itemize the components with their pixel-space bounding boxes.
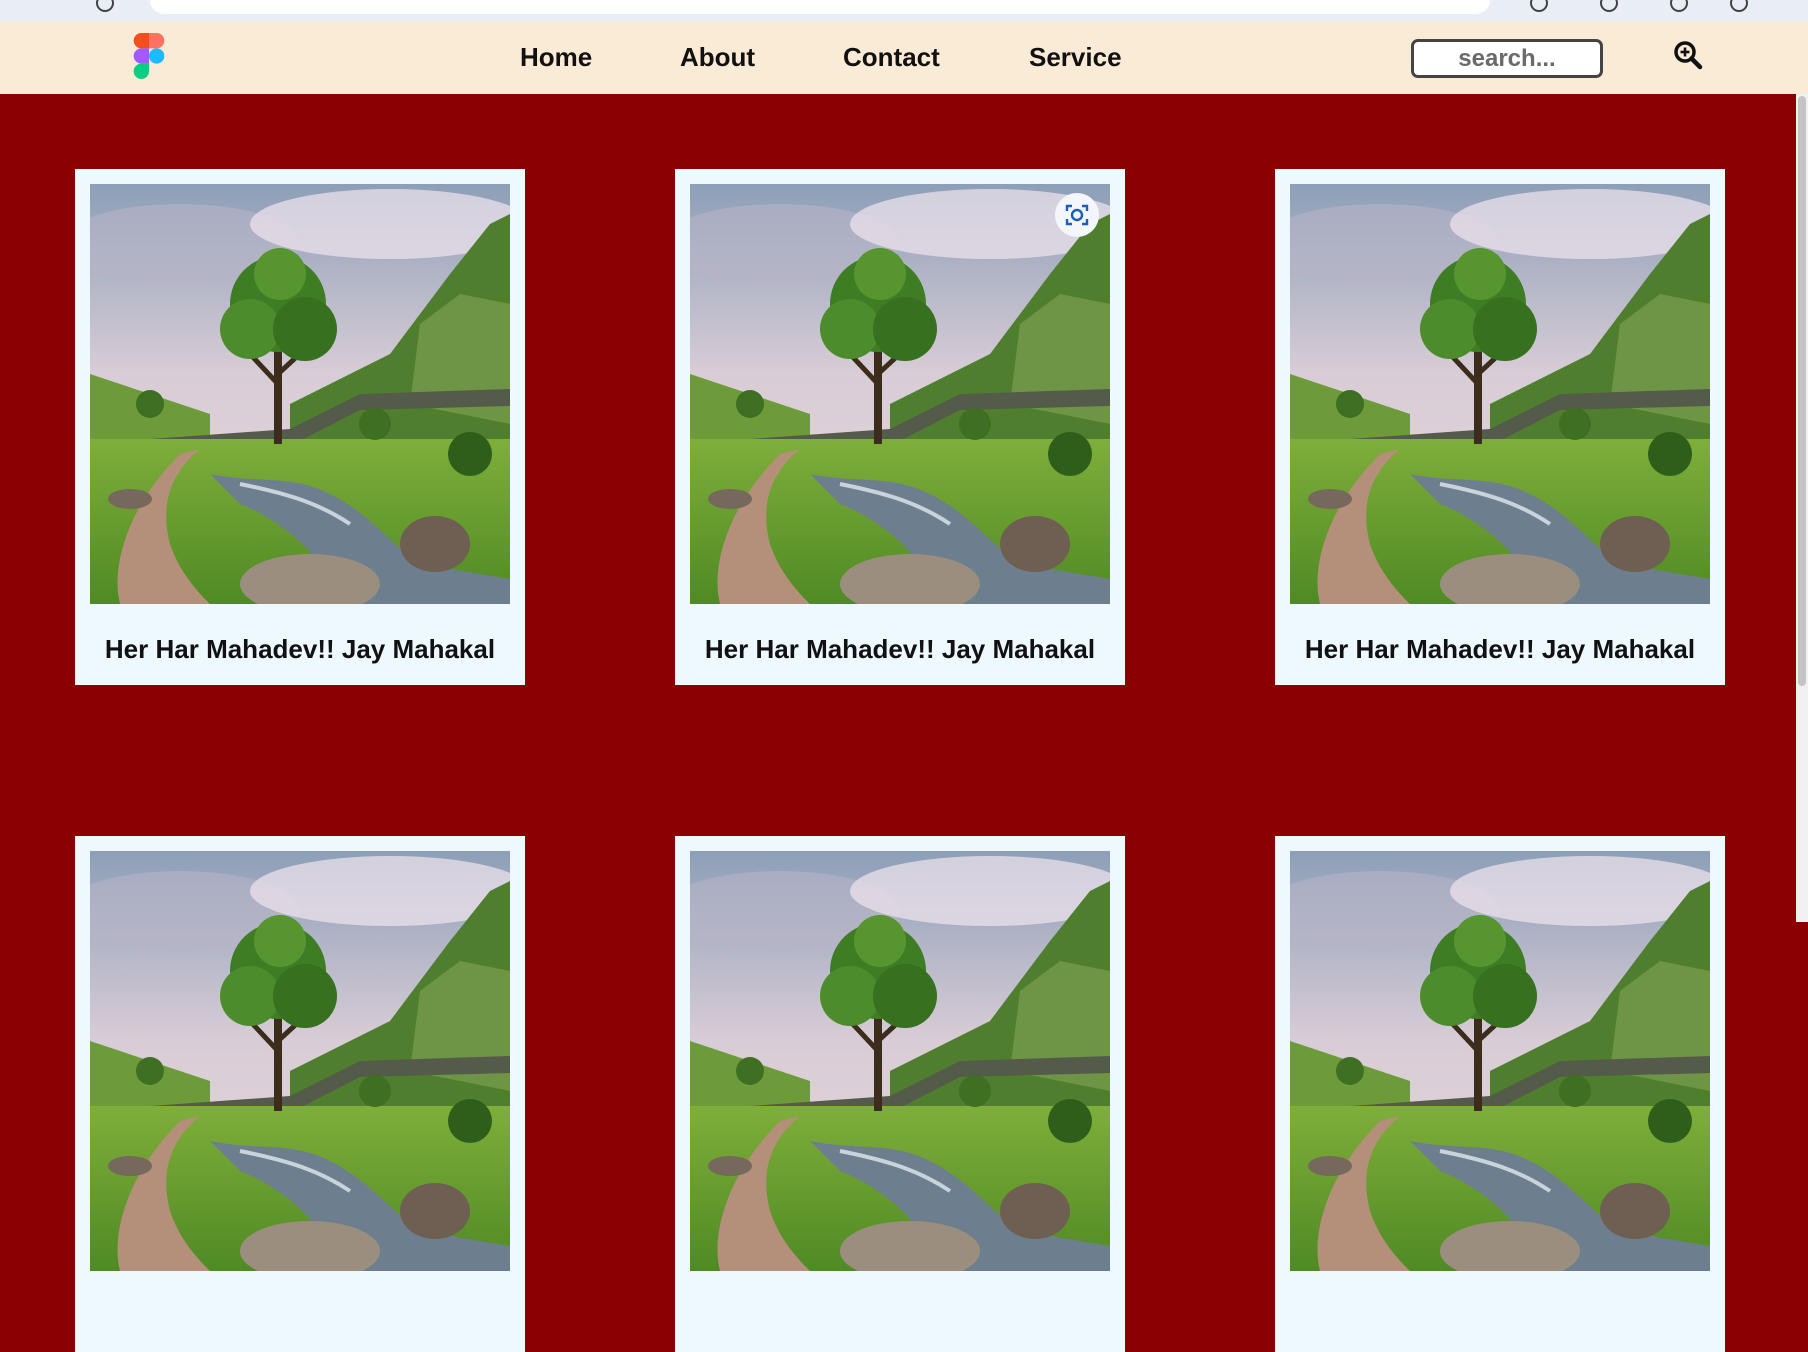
nav-link-home[interactable]: Home <box>520 42 592 73</box>
bookmark-icon[interactable] <box>1600 0 1618 12</box>
card-caption: Her Har Mahadev!! Jay Mahakal <box>104 634 496 664</box>
navbar: Home About Contact Service <box>0 21 1808 94</box>
landscape-image <box>1290 851 1710 1271</box>
page-scrollbar[interactable] <box>1796 94 1808 922</box>
figma-logo-icon[interactable] <box>128 33 170 79</box>
scrollbar-thumb[interactable] <box>1798 96 1806 686</box>
gallery-card[interactable]: Her Har Mahadev!! Jay Mahakal <box>1275 169 1725 685</box>
extensions-icon[interactable] <box>1530 0 1548 12</box>
google-lens-icon[interactable] <box>1055 193 1099 237</box>
nav-link-service[interactable]: Service <box>1029 42 1122 73</box>
card-caption: Her Har Mahadev!! Jay Mahakal <box>1304 634 1696 664</box>
nav-link-contact[interactable]: Contact <box>843 42 940 73</box>
search-icon[interactable] <box>1673 40 1703 70</box>
gallery-card[interactable]: Her Har Mahadev!! Jay Mahakal <box>75 169 525 685</box>
profile-icon[interactable] <box>1730 0 1748 12</box>
landscape-image <box>90 851 510 1271</box>
reload-icon[interactable] <box>96 0 114 12</box>
landscape-image <box>90 184 510 604</box>
address-bar[interactable] <box>150 0 1490 14</box>
gallery-card[interactable] <box>1275 836 1725 1352</box>
nav-link-about[interactable]: About <box>680 42 755 73</box>
downloads-icon[interactable] <box>1670 0 1688 12</box>
gallery-card[interactable] <box>75 836 525 1352</box>
browser-toolbar <box>0 0 1808 22</box>
gallery-card[interactable] <box>675 836 1125 1352</box>
landscape-image <box>690 184 1110 604</box>
landscape-image <box>1290 184 1710 604</box>
gallery-card[interactable]: Her Har Mahadev!! Jay Mahakal <box>675 169 1125 685</box>
card-caption: Her Har Mahadev!! Jay Mahakal <box>704 634 1096 664</box>
search-input[interactable] <box>1411 39 1603 78</box>
landscape-image <box>690 851 1110 1271</box>
